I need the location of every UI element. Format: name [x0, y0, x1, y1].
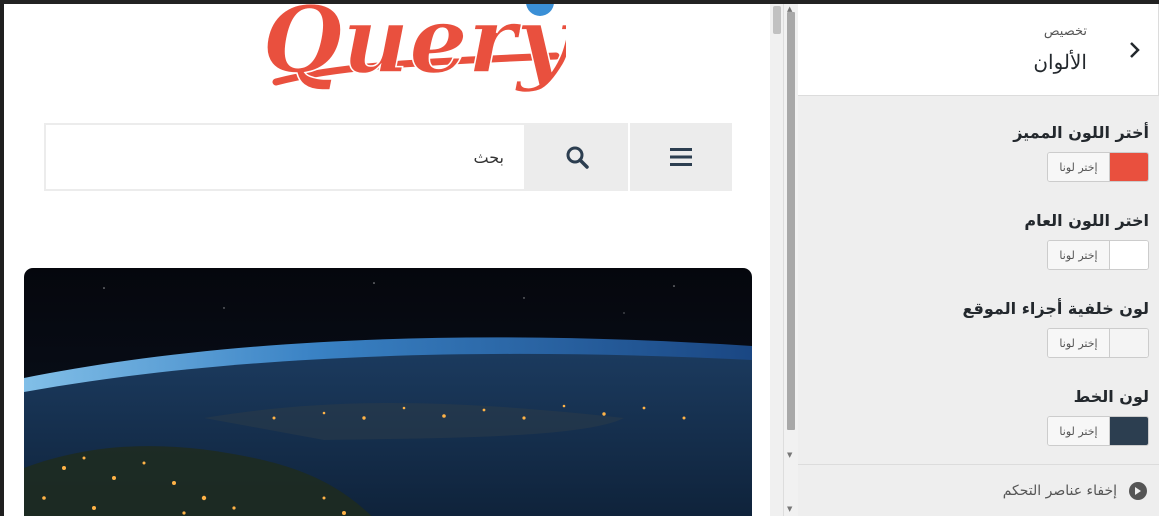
section-label: أختر اللون المميز — [1013, 123, 1149, 142]
hamburger-icon — [670, 148, 692, 166]
color-picker-button[interactable]: إختر لونا — [1047, 240, 1149, 270]
scroll-down-arrow-icon[interactable]: ▼ — [787, 452, 792, 459]
color-section-background: لون خلفية أجزاء الموقع إختر لونا — [809, 298, 1149, 358]
panel-header: تخصيص الألوان — [798, 4, 1159, 96]
color-section-accent: أختر اللون المميز إختر لونا — [809, 122, 1149, 182]
back-button[interactable] — [1111, 4, 1159, 96]
panel-title: الألوان — [1033, 50, 1087, 74]
color-swatch[interactable] — [1110, 241, 1148, 269]
pick-color-label[interactable]: إختر لونا — [1048, 241, 1110, 269]
pick-color-label[interactable]: إختر لونا — [1048, 417, 1110, 445]
preview-scrollbar[interactable] — [770, 4, 783, 516]
search-button[interactable] — [526, 123, 630, 191]
hero-image-earth-night[interactable] — [24, 268, 752, 516]
pick-color-label[interactable]: إختر لونا — [1048, 153, 1110, 181]
site-preview: Query بحث — [4, 4, 770, 516]
logo-text: Query — [266, 4, 566, 94]
section-label: لون الخط — [1073, 387, 1149, 406]
section-label: لون خلفية أجزاء الموقع — [962, 299, 1149, 318]
chevron-right-icon — [1129, 42, 1140, 58]
color-picker-button[interactable]: إختر لونا — [1047, 328, 1149, 358]
panel-subtitle: تخصيص — [1043, 24, 1087, 39]
pick-color-label[interactable]: إختر لونا — [1048, 329, 1110, 357]
color-swatch[interactable] — [1110, 417, 1148, 445]
panel-scrollbar-thumb[interactable] — [787, 12, 795, 430]
search-input[interactable]: بحث — [44, 123, 526, 191]
section-label: اختر اللون العام — [1024, 211, 1149, 230]
color-picker-button[interactable]: إختر لونا — [1047, 152, 1149, 182]
search-icon — [566, 146, 589, 169]
hide-controls-label: إخفاء عناصر التحكم — [1002, 482, 1117, 499]
hide-controls-button[interactable]: إخفاء عناصر التحكم — [798, 464, 1159, 516]
play-circle-icon — [1129, 481, 1147, 500]
color-swatch[interactable] — [1110, 153, 1148, 181]
customizer-panel: تخصيص الألوان أختر اللون المميز إختر لون… — [798, 4, 1159, 516]
scroll-down-arrow-icon-2[interactable]: ▼ — [787, 506, 792, 513]
search-bar: بحث — [44, 123, 734, 191]
color-picker-button[interactable]: إختر لونا — [1047, 416, 1149, 446]
preview-scrollbar-thumb[interactable] — [773, 6, 781, 34]
panel-scrollbar[interactable]: ▲ ▼ ▼ — [783, 4, 798, 516]
color-section-general: اختر اللون العام إختر لونا — [809, 210, 1149, 270]
color-swatch[interactable] — [1110, 329, 1148, 357]
color-section-font: لون الخط إختر لونا — [809, 386, 1149, 446]
menu-button[interactable] — [630, 123, 734, 191]
site-logo[interactable]: Query — [266, 4, 566, 104]
